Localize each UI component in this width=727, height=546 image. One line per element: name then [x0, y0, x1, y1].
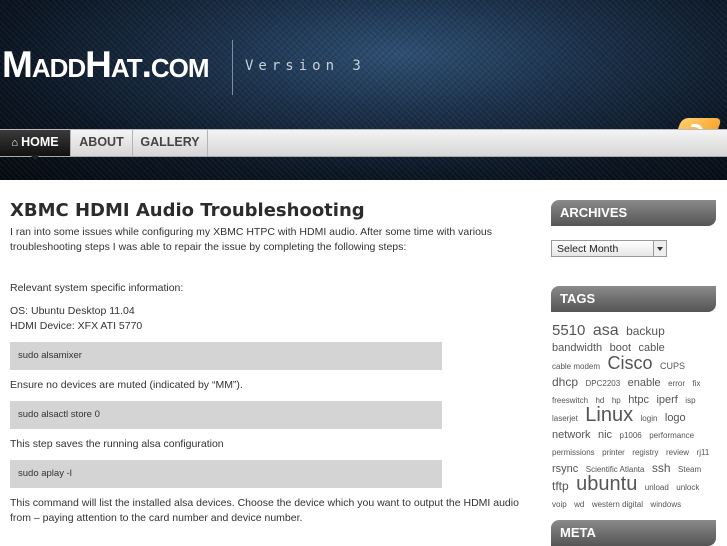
- nav-home[interactable]: ⌂ HOME: [0, 130, 71, 156]
- nav-about[interactable]: ABOUT: [71, 130, 133, 156]
- tag-link[interactable]: error: [668, 379, 685, 388]
- tag-link[interactable]: performance: [649, 431, 694, 440]
- tag-link[interactable]: wd: [574, 500, 584, 509]
- post-note-saves: This step saves the running alsa configu…: [10, 438, 224, 450]
- main-nav: ⌂ HOME ABOUT GALLERY: [0, 129, 727, 157]
- tag-link[interactable]: review: [666, 448, 689, 457]
- post-content: XBMC HDMI Audio Troubleshooting I ran in…: [10, 200, 530, 534]
- post-note-devices: This command will list the installed als…: [10, 497, 519, 524]
- post-note-muted: Ensure no devices are muted (indicated b…: [10, 379, 243, 391]
- tag-link[interactable]: registry: [632, 448, 658, 457]
- tag-link[interactable]: rj11: [697, 448, 710, 457]
- post-os: OS: Ubuntu Desktop 11.04: [10, 305, 135, 317]
- tag-link[interactable]: backup: [626, 324, 665, 338]
- tag-link[interactable]: ssh: [652, 461, 671, 475]
- tags-heading: TAGS: [551, 286, 716, 312]
- tag-link[interactable]: CUPS: [660, 361, 685, 371]
- tag-link[interactable]: iperf: [656, 394, 677, 406]
- post-hdmi: HDMI Device: XFX ATI 5770: [10, 320, 143, 332]
- tag-link[interactable]: p1006: [620, 431, 642, 440]
- tag-link[interactable]: windows: [650, 500, 681, 509]
- nav-home-label: HOME: [21, 135, 59, 149]
- archives-heading: ARCHIVES: [551, 200, 716, 226]
- tag-link[interactable]: Linux: [585, 404, 633, 426]
- tag-link[interactable]: bandwidth: [552, 342, 602, 354]
- tag-link[interactable]: isp: [685, 396, 695, 405]
- post-title[interactable]: XBMC HDMI Audio Troubleshooting: [10, 200, 530, 221]
- tag-link[interactable]: ubuntu: [576, 473, 637, 495]
- tag-link[interactable]: unlock: [676, 483, 699, 492]
- chevron-down-icon[interactable]: [653, 241, 666, 256]
- tag-link[interactable]: voip: [552, 500, 567, 509]
- code-block-aplay: sudo aplay -l: [10, 460, 442, 488]
- tag-link[interactable]: 5510: [552, 322, 585, 339]
- nav-gallery[interactable]: GALLERY: [133, 130, 208, 156]
- post-intro: I ran into some issues while configuring…: [10, 226, 493, 253]
- tag-link[interactable]: enable: [628, 377, 661, 389]
- tag-link[interactable]: login: [641, 414, 658, 423]
- tag-link[interactable]: asa: [593, 322, 619, 339]
- tag-cloud: 5510 asa backup bandwidth boot cable cab…: [552, 323, 717, 512]
- tag-link[interactable]: Cisco: [607, 353, 652, 373]
- home-icon: ⌂: [11, 137, 19, 149]
- nav-gallery-label: GALLERY: [140, 135, 200, 149]
- meta-heading: META: [551, 520, 716, 546]
- tag-link[interactable]: DPC2203: [585, 379, 620, 388]
- header-divider: [232, 40, 233, 95]
- tag-link[interactable]: fix: [692, 379, 700, 388]
- tag-link[interactable]: dhcp: [552, 375, 578, 389]
- tag-link[interactable]: tftp: [552, 479, 569, 493]
- tag-link[interactable]: rsync: [552, 463, 578, 475]
- tag-link[interactable]: logo: [665, 412, 686, 424]
- tag-link[interactable]: nic: [598, 429, 612, 441]
- tag-link[interactable]: Steam: [678, 465, 701, 474]
- archive-month-select[interactable]: Select Month: [551, 240, 667, 257]
- tag-link[interactable]: western digital: [592, 500, 643, 509]
- post-relevant: Relevant system specific information:: [10, 282, 184, 294]
- tag-link[interactable]: freeswitch: [552, 396, 588, 405]
- tag-link[interactable]: permissions: [552, 448, 595, 457]
- site-tagline: Version 3: [245, 58, 366, 74]
- site-logo[interactable]: MaddHat.com: [2, 44, 210, 86]
- tag-link[interactable]: network: [552, 429, 591, 441]
- nav-about-label: ABOUT: [79, 135, 124, 149]
- tag-link[interactable]: printer: [602, 448, 625, 457]
- nav-active-pointer: [30, 155, 40, 160]
- code-block-alsamixer: sudo alsamixer: [10, 342, 442, 370]
- archive-select-value: Select Month: [557, 243, 619, 255]
- tag-link[interactable]: cable modem: [552, 362, 600, 371]
- tag-link[interactable]: laserjet: [552, 414, 578, 423]
- tag-link[interactable]: unload: [645, 483, 669, 492]
- code-block-alsactl: sudo alsactl store 0: [10, 401, 442, 429]
